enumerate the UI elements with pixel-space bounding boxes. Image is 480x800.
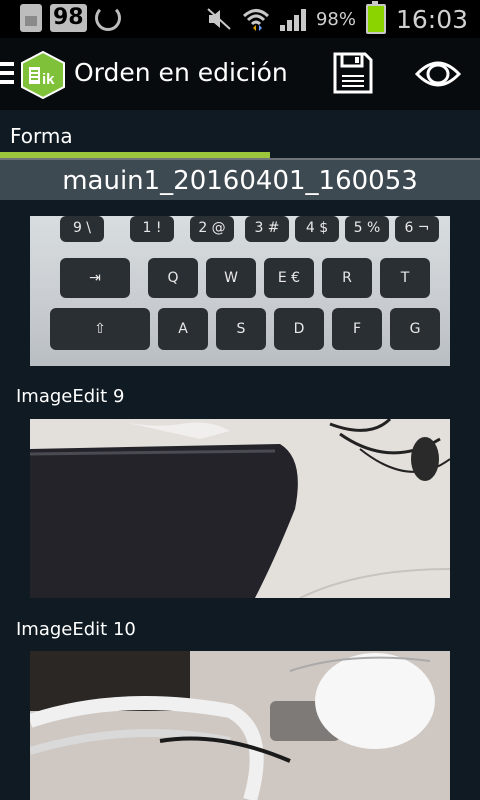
key: T xyxy=(380,258,430,298)
key: D xyxy=(274,308,324,350)
key: W xyxy=(206,258,256,298)
app-logo[interactable]: ik xyxy=(20,51,66,99)
battery-percent: 98% xyxy=(315,8,356,30)
key: A xyxy=(158,308,208,350)
page-title: Orden en edición xyxy=(74,58,288,87)
key: G xyxy=(390,308,440,350)
sim-card-icon xyxy=(20,4,42,32)
sync-icon xyxy=(94,5,121,31)
section-title: Forma xyxy=(10,124,73,148)
wallet-photo xyxy=(30,419,450,598)
status-right: 98% 16:03 xyxy=(206,1,468,34)
record-name: mauin1_20160401_160053 xyxy=(0,160,480,200)
key: ⇧ xyxy=(50,308,150,350)
logo-text: ik xyxy=(42,71,55,88)
image-label: ImageEdit 10 xyxy=(16,619,136,640)
key: 6 ¬ xyxy=(395,216,439,242)
signal-strength-icon xyxy=(279,7,306,31)
wifi-icon xyxy=(242,9,269,31)
save-icon[interactable] xyxy=(333,52,373,94)
battery-icon xyxy=(365,1,386,34)
key: 4 $ xyxy=(295,216,339,242)
eye-icon[interactable] xyxy=(415,58,461,90)
image-thumbnail-desk[interactable] xyxy=(30,651,450,800)
key: S xyxy=(216,308,266,350)
clock: 16:03 xyxy=(395,4,468,34)
status-bar: 98 98% 16:03 xyxy=(0,0,480,38)
key: 3 # xyxy=(245,216,289,242)
desk-photo xyxy=(30,651,450,800)
key: 2 @ xyxy=(190,216,234,242)
key: R xyxy=(322,258,372,298)
key: Q xyxy=(148,258,198,298)
key: 5 % xyxy=(345,216,389,242)
image-thumbnail-keyboard[interactable]: 9 \ 1 ! 2 @ 3 # 4 $ 5 % 6 ¬ ⇥ Q W E € R … xyxy=(30,216,450,366)
image-thumbnail-wallet[interactable] xyxy=(30,419,450,598)
key: F xyxy=(332,308,382,350)
key: 9 \ xyxy=(60,216,104,242)
key: ⇥ xyxy=(60,258,130,298)
mute-icon xyxy=(207,8,231,30)
key: 1 ! xyxy=(130,216,174,242)
image-label: ImageEdit 9 xyxy=(16,386,125,407)
menu-icon[interactable] xyxy=(0,62,14,84)
notification-count-badge: 98 xyxy=(50,4,87,32)
key: E € xyxy=(264,258,314,298)
action-bar: ik Orden en edición xyxy=(0,38,480,110)
status-left: 98 xyxy=(20,4,121,32)
